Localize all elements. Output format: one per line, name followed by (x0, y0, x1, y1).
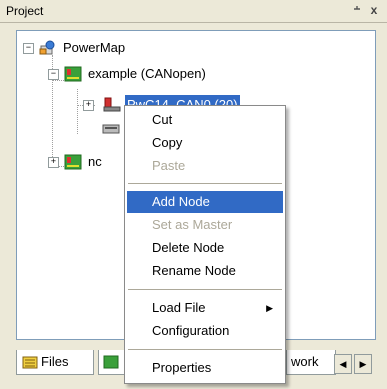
network-icon (64, 66, 82, 82)
tab-network[interactable]: work (286, 350, 336, 375)
tree-node-label: PowerMap (63, 40, 126, 55)
menu-item-add-node[interactable]: Add Node (127, 191, 283, 213)
tab-files[interactable]: Files (16, 350, 94, 375)
tree-line (77, 89, 78, 134)
tree-node-label: example (CANopen) (88, 66, 206, 81)
panel-titlebar: Project x (0, 0, 387, 23)
pin-icon[interactable] (350, 3, 364, 17)
project-icon (39, 40, 57, 56)
menu-item-configuration[interactable]: Configuration (127, 320, 283, 342)
expand-icon[interactable]: + (83, 100, 94, 111)
menu-separator (128, 349, 282, 350)
submenu-arrow-icon: ▶ (266, 303, 273, 313)
menu-item-delete-node[interactable]: Delete Node (127, 237, 283, 259)
menu-item-copy[interactable]: Copy (127, 132, 283, 154)
menu-item-properties[interactable]: Properties (127, 357, 283, 379)
panel-title: Project (6, 4, 44, 18)
device-icon (102, 121, 120, 137)
network-icon (64, 154, 82, 170)
menu-item-label: Load File (152, 300, 206, 315)
collapse-icon[interactable]: − (23, 43, 34, 54)
close-icon[interactable]: x (367, 3, 381, 17)
scroll-left-button[interactable]: ◀ (334, 354, 352, 374)
tab-label: Files (41, 354, 69, 369)
tab-label: work (291, 354, 319, 369)
collapse-icon[interactable]: − (48, 69, 59, 80)
tree-node-label: nc (88, 154, 102, 169)
menu-item-set-as-master[interactable]: Set as Master (127, 214, 283, 236)
files-icon (22, 354, 38, 378)
menu-item-paste[interactable]: Paste (127, 155, 283, 177)
expand-icon[interactable]: + (48, 157, 59, 168)
menu-separator (128, 289, 282, 290)
menu-item-rename-node[interactable]: Rename Node (127, 260, 283, 282)
menu-item-load-file[interactable]: Load File ▶ (127, 297, 283, 319)
context-menu: Cut Copy Paste Add Node Set as Master De… (124, 105, 286, 384)
menu-separator (128, 183, 282, 184)
tab-icon (103, 354, 119, 378)
menu-item-cut[interactable]: Cut (127, 109, 283, 131)
scroll-right-button[interactable]: ▶ (354, 354, 372, 374)
device-icon (103, 97, 121, 113)
